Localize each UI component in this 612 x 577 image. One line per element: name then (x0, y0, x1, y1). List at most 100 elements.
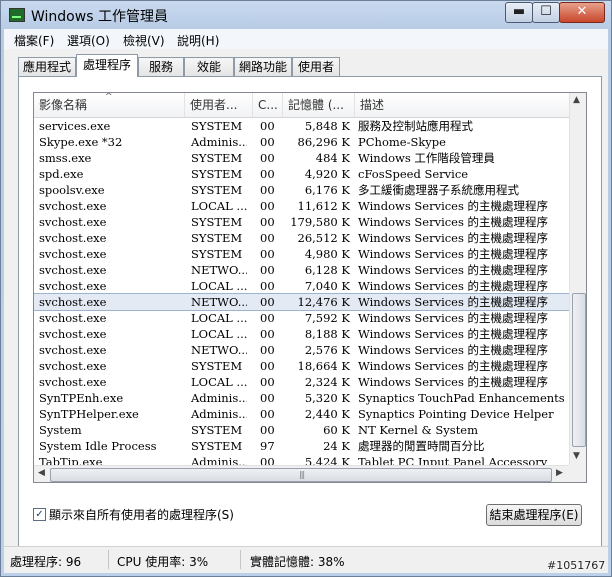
tab-networking[interactable]: 網路功能 (234, 57, 292, 76)
table-row-selected[interactable]: svchost.exe NETWO... 00 12,476 K Windows Ser… (34, 293, 570, 311)
sort-ascending-icon: ^ (105, 93, 113, 102)
table-row[interactable]: System Idle Process SYSTEM 97 24 K 處理器的閒置時間百… (34, 438, 569, 454)
table-row[interactable]: svchost.exe SYSTEM 00 4,980 K Windows Servic… (34, 246, 569, 262)
memory-cell: 4,980 K (304, 247, 350, 261)
image-name-cell: Skype.exe *32 (39, 135, 123, 149)
cpu-cell: 00 (260, 423, 275, 437)
table-row[interactable]: svchost.exe NETWO... 00 6,128 K Windows Serv… (34, 262, 569, 278)
menu-help[interactable]: 說明(H) (177, 32, 219, 49)
horizontal-scrollbar[interactable]: ◀ ||| ▶ (34, 465, 569, 482)
image-name-cell: svchost.exe (39, 231, 107, 245)
tab-users[interactable]: 使用者 (292, 57, 340, 76)
image-name-cell: svchost.exe (39, 199, 107, 213)
vertical-scrollbar[interactable]: ▲ ▼ (569, 93, 586, 465)
cpu-cell: 00 (260, 295, 275, 309)
scroll-left-arrow-icon[interactable]: ◀ (38, 468, 45, 478)
table-row[interactable]: svchost.exe SYSTEM 00 18,664 K Windows Servi… (34, 358, 569, 374)
image-name-cell: smss.exe (39, 151, 92, 165)
menu-view[interactable]: 檢視(V) (123, 32, 165, 49)
status-divider (108, 550, 109, 569)
user-cell: Adminis... (191, 135, 247, 149)
table-row[interactable]: svchost.exe LOCAL ... 00 7,592 K Windows Ser… (34, 310, 569, 326)
image-name-cell: svchost.exe (39, 343, 107, 357)
status-cpu-usage: CPU 使用率: 3% (117, 555, 209, 569)
image-name-cell: svchost.exe (39, 263, 107, 277)
description-cell: Windows Services 的主機處理程序 (358, 231, 549, 245)
close-button[interactable]: ✕ (559, 2, 605, 23)
scroll-down-arrow-icon[interactable]: ▼ (573, 451, 580, 461)
show-all-users-checkbox[interactable]: ✓ (33, 508, 46, 521)
column-header-row: 影像名稱 ^ 使用者... C... 記憶體 (... 描述 (34, 93, 569, 118)
memory-cell: 11,612 K (297, 199, 351, 213)
table-row[interactable]: Skype.exe *32 Adminis... 00 86,296 K PChome-… (34, 134, 569, 150)
cpu-cell: 97 (260, 439, 275, 453)
memory-cell: 2,440 K (304, 407, 350, 421)
column-header-image-name[interactable]: 影像名稱 ^ (34, 93, 185, 117)
table-row[interactable]: svchost.exe LOCAL ... 00 8,188 K Windows Ser… (34, 326, 569, 342)
cpu-cell: 00 (260, 247, 275, 261)
table-row[interactable]: svchost.exe LOCAL ... 00 11,612 K Windows Se… (34, 198, 569, 214)
table-row[interactable]: svchost.exe LOCAL ... 00 7,040 K Windows Ser… (34, 278, 569, 294)
user-cell: NETWO... (191, 295, 247, 309)
end-process-button[interactable]: 結束處理程序(E) (486, 504, 582, 526)
column-header-user[interactable]: 使用者... (185, 93, 253, 117)
table-row[interactable]: spd.exe SYSTEM 00 4,920 K cFosSpeed Service (34, 166, 569, 182)
table-row[interactable]: svchost.exe NETWO... 00 2,576 K Windows Serv… (34, 342, 569, 358)
column-header-memory[interactable]: 記憶體 (... (283, 93, 355, 117)
description-cell: NT Kernel & System (358, 423, 479, 437)
status-process-count: 處理程序: 96 (10, 555, 82, 569)
cpu-cell: 00 (260, 407, 275, 421)
maximize-button[interactable]: ☐ (532, 2, 560, 23)
horizontal-scroll-thumb[interactable]: ||| (50, 468, 552, 482)
image-name-cell: spd.exe (39, 167, 84, 181)
memory-cell: 5,848 K (304, 119, 350, 133)
image-name-cell: SynTPHelper.exe (39, 407, 139, 421)
tab-applications[interactable]: 應用程式 (18, 57, 76, 76)
scroll-grip-icon: ||| (299, 470, 305, 479)
tab-processes[interactable]: 處理程序 (76, 54, 138, 77)
image-name-cell: svchost.exe (39, 375, 107, 389)
table-row[interactable]: System SYSTEM 00 60 K NT Kernel & System (34, 422, 569, 438)
image-name-cell: svchost.exe (39, 215, 107, 229)
description-cell: Windows Services 的主機處理程序 (358, 279, 549, 293)
table-row[interactable]: svchost.exe SYSTEM 00 179,580 K Windows Serv… (34, 214, 569, 230)
user-cell: SYSTEM (191, 231, 243, 245)
memory-cell: 484 K (315, 151, 350, 165)
description-cell: Windows Services 的主機處理程序 (358, 295, 549, 309)
scroll-up-arrow-icon[interactable]: ▲ (573, 95, 580, 105)
menu-file[interactable]: 檔案(F) (14, 32, 54, 49)
table-row[interactable]: services.exe SYSTEM 00 5,848 K 服務及控制站應用程式 (34, 118, 569, 134)
tab-services[interactable]: 服務 (138, 57, 184, 76)
memory-cell: 6,128 K (304, 263, 350, 277)
table-row[interactable]: SynTPEnh.exe Adminis... 00 5,320 K Synaptics… (34, 390, 569, 406)
process-list[interactable]: 影像名稱 ^ 使用者... C... 記憶體 (... 描述 services.… (33, 92, 587, 483)
title-bar[interactable]: Windows 工作管理員 ▬ ☐ ✕ (1, 1, 611, 29)
scroll-right-arrow-icon[interactable]: ▶ (556, 468, 563, 478)
table-row[interactable]: svchost.exe LOCAL ... 00 2,324 K Windows Ser… (34, 374, 569, 390)
vertical-scroll-thumb[interactable] (572, 293, 586, 447)
table-row[interactable]: smss.exe SYSTEM 00 484 K Windows 工作階段管理員 (34, 150, 569, 166)
cpu-cell: 00 (260, 327, 275, 341)
cpu-cell: 00 (260, 231, 275, 245)
menu-options[interactable]: 選項(O) (67, 32, 110, 49)
cpu-cell: 00 (260, 151, 275, 165)
image-name-cell: services.exe (39, 119, 111, 133)
description-cell: Windows Services 的主機處理程序 (358, 215, 549, 229)
column-header-description[interactable]: 描述 (355, 93, 569, 117)
memory-cell: 2,324 K (304, 375, 350, 389)
table-row[interactable]: SynTPHelper.exe Adminis... 00 2,440 K Synapt… (34, 406, 569, 422)
minimize-button[interactable]: ▬ (505, 2, 533, 23)
cpu-cell: 00 (260, 135, 275, 149)
cpu-cell: 00 (260, 263, 275, 277)
image-name-cell: svchost.exe (39, 311, 107, 325)
cpu-cell: 00 (260, 375, 275, 389)
cpu-cell: 00 (260, 391, 275, 405)
table-row[interactable]: svchost.exe SYSTEM 00 26,512 K Windows Servi… (34, 230, 569, 246)
cpu-cell: 00 (260, 311, 275, 325)
tab-performance[interactable]: 效能 (184, 57, 234, 76)
column-header-cpu[interactable]: C... (253, 93, 283, 117)
show-all-users-label[interactable]: 顯示來自所有使用者的處理程序(S) (49, 506, 234, 523)
table-row[interactable]: spoolsv.exe SYSTEM 00 6,176 K 多工緩衝處理器子系統應用程式 (34, 182, 569, 198)
user-cell: LOCAL ... (191, 199, 247, 213)
memory-cell: 8,188 K (304, 327, 350, 341)
